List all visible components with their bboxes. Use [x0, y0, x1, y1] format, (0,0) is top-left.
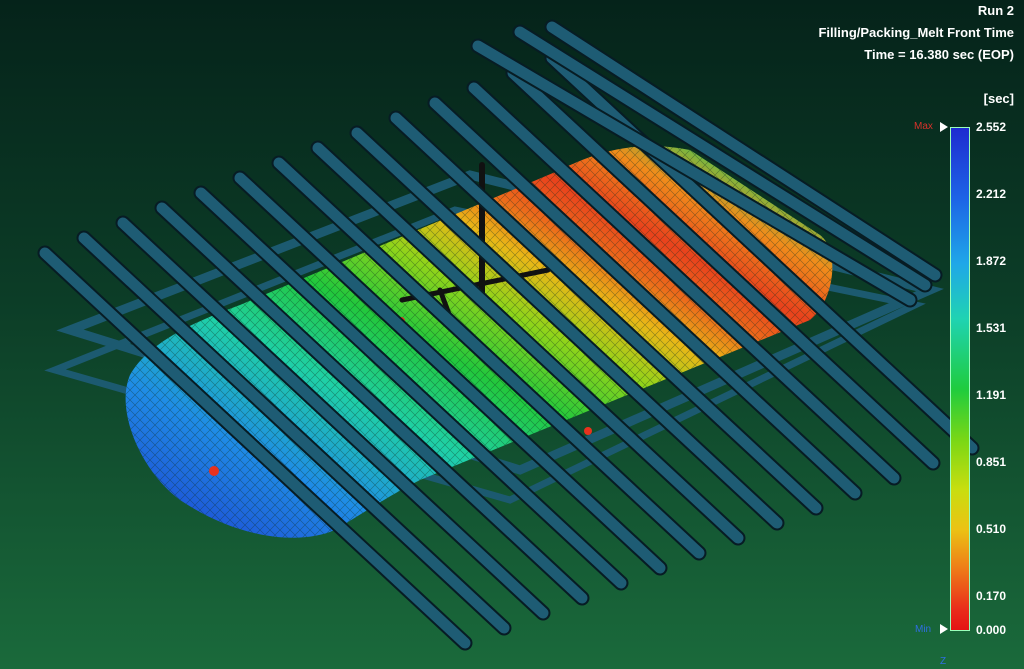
model-viewport[interactable] [0, 0, 1024, 669]
legend-value: 2.552 [976, 120, 1007, 134]
legend-value: 0.170 [976, 589, 1007, 603]
legend-value: 2.212 [976, 187, 1007, 201]
result-name: Filling/Packing_Melt Front Time [818, 25, 1014, 40]
mold-model-render[interactable] [0, 0, 1024, 669]
run-label: Run 2 [977, 3, 1014, 18]
color-legend-bar [950, 127, 970, 631]
legend-value: 1.191 [976, 388, 1007, 402]
legend-value: 0.000 [976, 623, 1007, 637]
max-arrow-icon [940, 122, 948, 132]
legend-value: 1.531 [976, 321, 1007, 335]
axis-z-label: Z [940, 656, 947, 667]
time-readout: Time = 16.380 sec (EOP) [864, 47, 1014, 62]
legend-value: 1.872 [976, 254, 1007, 268]
legend-value: 0.510 [976, 522, 1007, 536]
legend-max-label: Max [914, 121, 933, 132]
legend-min-label: Min [915, 624, 932, 635]
min-arrow-icon [940, 624, 948, 634]
legend-value: 0.851 [976, 455, 1007, 469]
legend-unit: [sec] [983, 91, 1014, 106]
